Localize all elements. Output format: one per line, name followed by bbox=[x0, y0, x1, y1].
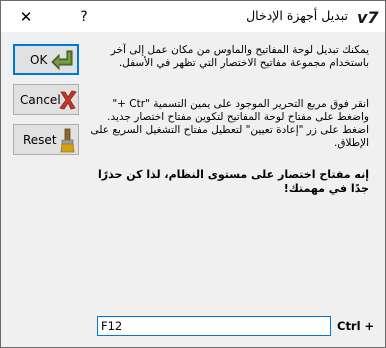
instruction-paragraph-1: يمكنك تبديل لوحة المفاتيح والماوس من مكا… bbox=[110, 44, 369, 69]
warning-text: إنه مفتاح اختصار على مستوى النظام، لذا ك… bbox=[98, 168, 369, 195]
shortcut-key-input[interactable] bbox=[97, 316, 331, 336]
svg-text:v7: v7 bbox=[357, 8, 379, 27]
back-arrow-icon bbox=[49, 48, 73, 72]
ok-button[interactable]: OK bbox=[13, 44, 79, 75]
app-logo-icon: v7 bbox=[356, 5, 380, 29]
cancel-button-label: Cancel bbox=[20, 93, 61, 107]
reset-button[interactable]: Reset bbox=[13, 124, 79, 155]
brush-icon bbox=[58, 128, 82, 153]
cancel-x-icon bbox=[58, 88, 82, 112]
instruction-paragraph-2: انقر فوق مربع التحرير الموجود على يمين ا… bbox=[90, 98, 369, 149]
help-button[interactable]: ? bbox=[71, 4, 97, 30]
ctrl-modifier-label: Ctrl + bbox=[337, 319, 375, 333]
close-button[interactable]: ✕ bbox=[12, 4, 40, 30]
window-title: تبديل أجهزة الإدخال bbox=[246, 8, 348, 23]
reset-button-label: Reset bbox=[23, 133, 57, 147]
cancel-button[interactable]: Cancel bbox=[13, 84, 79, 115]
title-bar: ✕ ? تبديل أجهزة الإدخال v7 bbox=[1, 1, 385, 32]
dialog-window: ✕ ? تبديل أجهزة الإدخال v7 OK Cancel Res… bbox=[0, 0, 386, 348]
ok-button-label: OK bbox=[30, 53, 48, 67]
